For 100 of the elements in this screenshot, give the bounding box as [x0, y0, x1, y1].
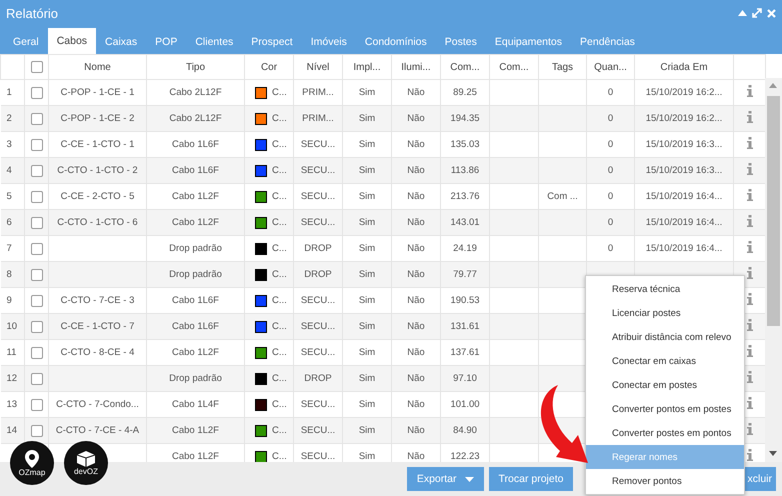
row-checkbox[interactable] [30, 164, 42, 176]
table-cell: Cabo 2L12F [169, 87, 222, 98]
table-cell: C... [272, 113, 287, 124]
menu-item[interactable]: Reserva técnica [586, 277, 744, 301]
column-header[interactable]: Ilumi... [392, 54, 440, 80]
table-cell: 97.10 [453, 373, 477, 384]
column-header[interactable]: Cor [244, 54, 294, 80]
info-icon[interactable] [746, 137, 752, 149]
menu-item[interactable]: Licenciar postes [586, 301, 744, 325]
table-cell: SECU... [300, 139, 336, 150]
info-icon[interactable] [746, 371, 752, 383]
menu-item[interactable]: Converter pontos em postes [586, 397, 744, 421]
menu-item[interactable]: Remover pontos [586, 469, 744, 493]
close-icon[interactable] [767, 8, 776, 18]
table-cell: 0 [608, 139, 614, 150]
table-cell: 15/10/2019 16:4... [646, 243, 722, 254]
row-checkbox[interactable] [30, 86, 42, 98]
info-icon[interactable] [746, 215, 752, 227]
row-checkbox[interactable] [30, 294, 42, 306]
table-cell: Sim [358, 217, 376, 228]
table-cell: Cabo 1L6F [172, 139, 219, 150]
column-header[interactable]: Impl... [342, 54, 392, 80]
row-checkbox[interactable] [30, 346, 42, 358]
menu-item[interactable]: Converter postes em pontos [586, 421, 744, 445]
scrollbar[interactable] [765, 78, 782, 462]
row-checkbox[interactable] [30, 242, 42, 254]
info-icon[interactable] [746, 111, 752, 123]
table-cell: C-CTO - 7-CE - 3 [60, 295, 134, 306]
table-cell: DROP [304, 243, 332, 254]
table-cell: C... [272, 217, 287, 228]
column-header[interactable]: Criada Em [634, 54, 734, 80]
table-cell: SECU... [300, 191, 336, 202]
table-cell: 15/10/2019 16:2... [646, 113, 722, 124]
row-number: 4 [6, 165, 12, 176]
table-cell: DROP [304, 373, 332, 384]
table-cell: Não [407, 451, 425, 462]
info-icon[interactable] [746, 267, 752, 279]
column-header[interactable]: Nível [294, 54, 342, 80]
scroll-down-icon[interactable] [769, 451, 777, 456]
collapse-icon[interactable] [738, 10, 747, 16]
table-cell: SECU... [300, 425, 336, 436]
column-header[interactable]: Nome [48, 54, 146, 80]
tab[interactable]: Cabos [48, 28, 96, 54]
table-cell: Cabo 1L6F [172, 165, 219, 176]
table-cell: 190.53 [450, 295, 480, 306]
table-cell: Sim [358, 373, 376, 384]
table-cell: Não [407, 399, 425, 410]
table-cell: Sim [358, 295, 376, 306]
table-cell: Cabo 1L2F [172, 425, 219, 436]
menu-item[interactable]: Conectar em postes [586, 373, 744, 397]
info-icon[interactable] [746, 163, 752, 175]
table-cell: C... [272, 243, 287, 254]
row-checkbox[interactable] [30, 268, 42, 280]
row-number: 10 [6, 321, 18, 332]
table-cell: 143.01 [450, 217, 480, 228]
column-header[interactable]: Com... [490, 54, 538, 80]
scroll-up-icon[interactable] [769, 83, 777, 88]
table-cell: Drop padrão [169, 243, 222, 254]
info-icon[interactable] [746, 189, 752, 201]
table-cell: Com ... [547, 191, 578, 202]
table-cell: Não [407, 165, 425, 176]
table-cell: Não [407, 295, 425, 306]
info-icon[interactable] [746, 85, 752, 97]
menu-item[interactable]: Atribuir distância com relevo [586, 325, 744, 349]
expand-icon[interactable] [752, 8, 762, 18]
column-header[interactable]: Com... [440, 54, 490, 80]
select-all-checkbox[interactable] [30, 61, 42, 73]
info-icon[interactable] [746, 423, 752, 435]
table-cell: Sim [358, 347, 376, 358]
table-cell: Sim [358, 113, 376, 124]
table-cell: SECU... [300, 347, 336, 358]
table-cell: Sim [358, 451, 376, 462]
row-checkbox[interactable] [30, 424, 42, 436]
table-cell: 213.76 [450, 191, 480, 202]
row-checkbox[interactable] [30, 216, 42, 228]
menu-item[interactable]: Conectar em caixas [586, 349, 744, 373]
table-cell: C... [272, 191, 287, 202]
info-icon[interactable] [746, 397, 752, 409]
column-header[interactable]: Tags [538, 54, 586, 80]
column-header[interactable]: Quan... [586, 54, 634, 80]
info-icon[interactable] [746, 345, 752, 357]
info-icon[interactable] [746, 241, 752, 253]
table-cell: Sim [358, 425, 376, 436]
row-checkbox[interactable] [30, 372, 42, 384]
info-icon[interactable] [746, 319, 752, 331]
table-cell: Drop padrão [169, 269, 222, 280]
table-cell: 0 [608, 217, 614, 228]
row-checkbox[interactable] [30, 138, 42, 150]
info-icon[interactable] [746, 293, 752, 305]
column-header[interactable]: Tipo [146, 54, 244, 80]
table-cell: 79.77 [453, 269, 477, 280]
row-checkbox[interactable] [30, 320, 42, 332]
table-cell: 122.23 [450, 451, 480, 462]
table-cell: Sim [358, 243, 376, 254]
info-icon[interactable] [746, 449, 752, 461]
table-cell: C-CTO - 1-CTO - 6 [57, 217, 138, 228]
row-checkbox[interactable] [30, 398, 42, 410]
row-checkbox[interactable] [30, 190, 42, 202]
table-cell: Não [407, 321, 425, 332]
row-checkbox[interactable] [30, 112, 42, 124]
